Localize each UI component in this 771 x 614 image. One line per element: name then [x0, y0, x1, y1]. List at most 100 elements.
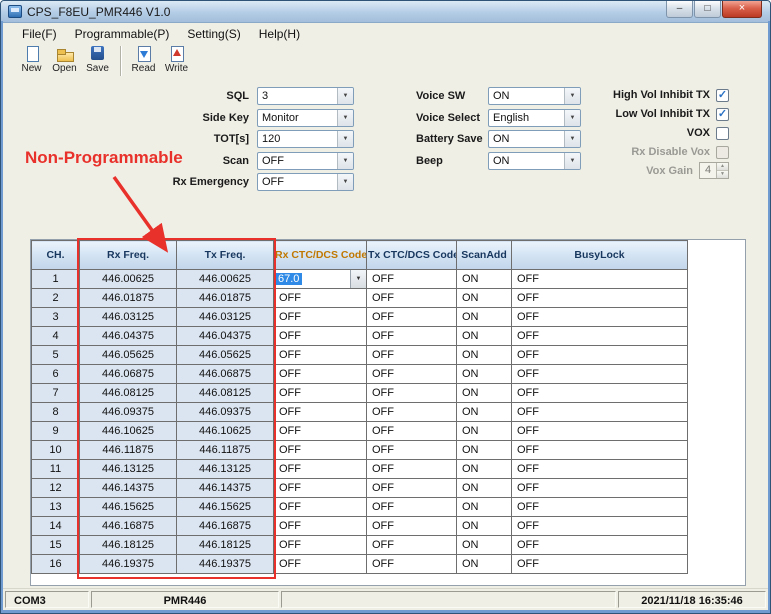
channel-number-cell[interactable]: 3 — [31, 307, 80, 327]
scanadd-cell[interactable]: ON — [456, 402, 512, 422]
busylock-cell[interactable]: OFF — [511, 478, 688, 498]
tx-freq-cell[interactable]: 446.09375 — [176, 402, 274, 422]
tx-code-cell[interactable]: OFF — [366, 440, 457, 460]
tx-freq-cell[interactable]: 446.00625 — [176, 269, 274, 289]
high-vol-inhibit-tx-checkbox[interactable]: ✓ — [716, 88, 729, 102]
column-header-scanadd[interactable]: ScanAdd — [456, 240, 512, 270]
tx-code-cell[interactable]: OFF — [366, 326, 457, 346]
rx-freq-cell[interactable]: 446.01875 — [79, 288, 177, 308]
tx-freq-cell[interactable]: 446.06875 — [176, 364, 274, 384]
column-header-tx-freq[interactable]: Tx Freq. — [176, 240, 274, 270]
rx-freq-cell[interactable]: 446.14375 — [79, 478, 177, 498]
busylock-cell[interactable]: OFF — [511, 364, 688, 384]
column-header-rx-ctc-dcs-code[interactable]: Rx CTC/DCS Code — [273, 240, 367, 270]
dropdown-arrow-icon[interactable]: ▼ — [337, 152, 353, 169]
tx-code-cell[interactable]: OFF — [366, 307, 457, 327]
busylock-cell[interactable]: OFF — [511, 516, 688, 536]
busylock-cell[interactable]: OFF — [511, 269, 688, 289]
rx-freq-cell[interactable]: 446.09375 — [79, 402, 177, 422]
channel-number-cell[interactable]: 11 — [31, 459, 80, 479]
rx-emergency-select[interactable]: OFF ▼ — [257, 173, 354, 191]
title-bar[interactable]: CPS_F8EU_PMR446 V1.0 – □ × — [1, 1, 770, 23]
busylock-cell[interactable]: OFF — [511, 421, 688, 441]
rx-code-cell[interactable]: OFF — [273, 516, 367, 536]
channel-number-cell[interactable]: 8 — [31, 402, 80, 422]
scanadd-cell[interactable]: ON — [456, 269, 512, 289]
rx-freq-cell[interactable]: 446.18125 — [79, 535, 177, 555]
tx-code-cell[interactable]: OFF — [366, 554, 457, 574]
rx-freq-cell[interactable]: 446.13125 — [79, 459, 177, 479]
channel-number-cell[interactable]: 13 — [31, 497, 80, 517]
tx-code-cell[interactable]: OFF — [366, 383, 457, 403]
scan-select[interactable]: OFF ▼ — [257, 151, 354, 170]
scanadd-cell[interactable]: ON — [456, 421, 512, 441]
busylock-cell[interactable]: OFF — [511, 383, 688, 403]
busylock-cell[interactable]: OFF — [511, 440, 688, 460]
rx-code-cell[interactable]: OFF — [273, 535, 367, 555]
channel-number-cell[interactable]: 1 — [31, 269, 80, 289]
channel-number-cell[interactable]: 4 — [31, 326, 80, 346]
scanadd-cell[interactable]: ON — [456, 440, 512, 460]
rx-code-cell[interactable]: OFF — [273, 326, 367, 346]
tot-s-select[interactable]: 120 ▼ — [257, 130, 354, 148]
rx-freq-cell[interactable]: 446.16875 — [79, 516, 177, 536]
busylock-cell[interactable]: OFF — [511, 288, 688, 308]
tx-freq-cell[interactable]: 446.10625 — [176, 421, 274, 441]
low-vol-inhibit-tx-checkbox[interactable]: ✓ — [716, 107, 729, 121]
scanadd-cell[interactable]: ON — [456, 459, 512, 479]
tx-code-cell[interactable]: OFF — [366, 345, 457, 365]
side-key-select[interactable]: Monitor ▼ — [257, 108, 354, 127]
maximize-button[interactable]: □ — [694, 1, 721, 18]
rx-code-combobox[interactable]: 67.0 ▼ — [274, 270, 366, 288]
scanadd-cell[interactable]: ON — [456, 516, 512, 536]
tx-code-cell[interactable]: OFF — [366, 269, 457, 289]
menu-item-file[interactable]: File(F) — [13, 25, 66, 43]
tx-freq-cell[interactable]: 446.18125 — [176, 535, 274, 555]
column-header-rx-freq[interactable]: Rx Freq. — [79, 240, 177, 270]
tx-freq-cell[interactable]: 446.05625 — [176, 345, 274, 365]
channel-number-cell[interactable]: 16 — [31, 554, 80, 574]
menu-item-help[interactable]: Help(H) — [250, 25, 309, 43]
tx-code-cell[interactable]: OFF — [366, 516, 457, 536]
rx-code-cell[interactable]: OFF — [273, 421, 367, 441]
tx-freq-cell[interactable]: 446.15625 — [176, 497, 274, 517]
rx-freq-cell[interactable]: 446.03125 — [79, 307, 177, 327]
tx-freq-cell[interactable]: 446.14375 — [176, 478, 274, 498]
dropdown-arrow-icon[interactable]: ▼ — [337, 109, 353, 126]
busylock-cell[interactable]: OFF — [511, 307, 688, 327]
tx-code-cell[interactable]: OFF — [366, 402, 457, 422]
dropdown-arrow-icon[interactable]: ▼ — [337, 174, 353, 190]
sql-select[interactable]: 3 ▼ — [257, 87, 354, 105]
rx-code-cell[interactable]: OFF — [273, 459, 367, 479]
channel-number-cell[interactable]: 7 — [31, 383, 80, 403]
busylock-cell[interactable]: OFF — [511, 326, 688, 346]
scanadd-cell[interactable]: ON — [456, 326, 512, 346]
menu-item-setting[interactable]: Setting(S) — [178, 25, 249, 43]
rx-code-cell[interactable]: 67.0 ▼ — [273, 269, 367, 289]
read-button[interactable]: Read — [127, 44, 160, 74]
rx-code-cell[interactable]: OFF — [273, 307, 367, 327]
dropdown-arrow-icon[interactable]: ▼ — [337, 88, 353, 104]
scanadd-cell[interactable]: ON — [456, 307, 512, 327]
rx-freq-cell[interactable]: 446.19375 — [79, 554, 177, 574]
channel-number-cell[interactable]: 12 — [31, 478, 80, 498]
rx-code-cell[interactable]: OFF — [273, 288, 367, 308]
tx-freq-cell[interactable]: 446.19375 — [176, 554, 274, 574]
channel-number-cell[interactable]: 5 — [31, 345, 80, 365]
channel-number-cell[interactable]: 14 — [31, 516, 80, 536]
open-button[interactable]: Open — [48, 44, 81, 74]
rx-code-cell[interactable]: OFF — [273, 364, 367, 384]
rx-freq-cell[interactable]: 446.05625 — [79, 345, 177, 365]
scanadd-cell[interactable]: ON — [456, 345, 512, 365]
rx-freq-cell[interactable]: 446.00625 — [79, 269, 177, 289]
tx-code-cell[interactable]: OFF — [366, 364, 457, 384]
new-button[interactable]: New — [15, 44, 48, 74]
rx-code-cell[interactable]: OFF — [273, 440, 367, 460]
rx-code-cell[interactable]: OFF — [273, 383, 367, 403]
rx-code-cell[interactable]: OFF — [273, 497, 367, 517]
scanadd-cell[interactable]: ON — [456, 478, 512, 498]
dropdown-arrow-icon[interactable]: ▼ — [337, 131, 353, 147]
tx-freq-cell[interactable]: 446.08125 — [176, 383, 274, 403]
column-header-busylock[interactable]: BusyLock — [511, 240, 688, 270]
tx-code-cell[interactable]: OFF — [366, 478, 457, 498]
